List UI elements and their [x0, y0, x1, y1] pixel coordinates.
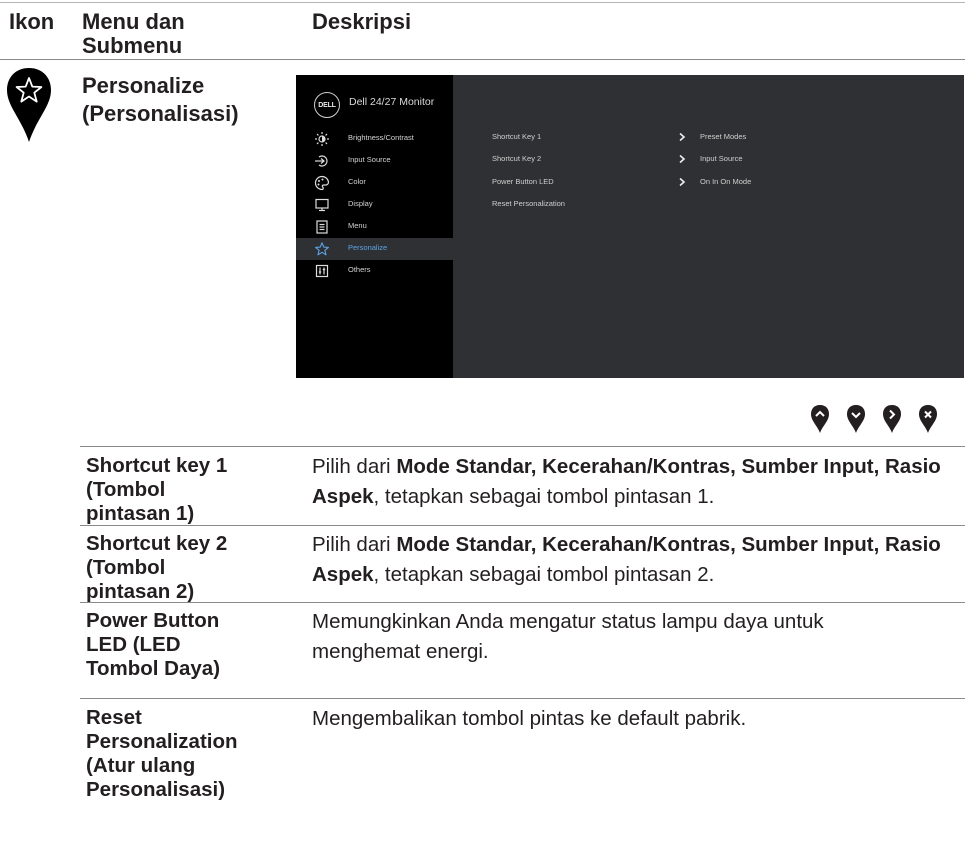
row-description-text: Pilih dari [312, 533, 397, 556]
chevron-right-icon [679, 132, 686, 142]
row-label-line: Shortcut key 1 [86, 454, 228, 477]
close-icon[interactable] [918, 404, 938, 434]
table-rule [80, 698, 965, 699]
row-label-reset-personalization: Reset Personalization (Atur ulang Person… [86, 706, 286, 802]
sun-icon [315, 132, 329, 146]
down-icon[interactable] [846, 404, 866, 434]
row-label-line: Power Button [86, 609, 220, 632]
osd-option-reset-personalization[interactable]: Reset Personalization [492, 199, 565, 208]
table-rule [80, 446, 965, 447]
osd-menu-others[interactable]: Others [296, 260, 453, 282]
osd-option-power-button-led[interactable]: Power Button LED [492, 177, 554, 186]
row-label-power-button-led: Power Button LED (LED Tombol Daya) [86, 609, 286, 681]
osd-menu-display[interactable]: Display [296, 194, 453, 216]
up-icon[interactable] [810, 404, 830, 434]
row-description-text: Mengembalikan tombol pintas ke default p… [312, 707, 747, 730]
row-label-line: Personalisasi) [86, 778, 226, 801]
star-pin-icon [7, 68, 51, 142]
row-label-shortcut-key-1: Shortcut key 1 (Tombol pintasan 1) [86, 454, 286, 526]
row-label-line: (Tombol [86, 478, 166, 501]
osd-menu-label: Brightness/Contrast [348, 133, 414, 142]
row-description-shortcut-key-2: Pilih dari Mode Standar, Kecerahan/Kontr… [312, 530, 962, 590]
header-menu-line1: Menu dan [82, 9, 185, 34]
others-icon [315, 264, 329, 278]
row-label-line: Shortcut key 2 [86, 532, 228, 555]
right-icon[interactable] [882, 404, 902, 434]
row-label-line: pintasan 2) [86, 580, 195, 603]
osd-screenshot: DELL Dell 24/27 Monitor Brightness/Contr… [296, 75, 964, 378]
osd-menu-label: Input Source [348, 155, 391, 164]
section-title-line1: Personalize [82, 73, 205, 98]
section-title: Personalize (Personalisasi) [82, 72, 239, 128]
header-menu-line2: Submenu [82, 33, 183, 58]
osd-option-shortcut-key-1[interactable]: Shortcut Key 1 [492, 132, 541, 141]
input-arrow-icon [315, 155, 328, 167]
row-label-line: (Atur ulang [86, 754, 196, 777]
star-icon [315, 242, 329, 256]
osd-menu-label: Display [348, 199, 373, 208]
display-icon [315, 198, 329, 212]
osd-menu-input-source[interactable]: Input Source [296, 150, 453, 172]
osd-value: Input Source [700, 154, 743, 163]
osd-menu-brightness-contrast[interactable]: Brightness/Contrast [296, 128, 453, 150]
osd-menu-personalize[interactable]: Personalize [296, 238, 453, 260]
row-description-text: , tetapkan sebagai tombol pintasan 1. [373, 485, 715, 508]
osd-option-shortcut-key-2[interactable]: Shortcut Key 2 [492, 154, 541, 163]
header-icon-column: Ikon [9, 9, 55, 34]
chevron-right-icon [679, 154, 686, 164]
row-description-text: Pilih dari [312, 455, 397, 478]
row-description-power-button-led: Memungkinkan Anda mengatur status lampu … [312, 607, 912, 667]
osd-menu-menu[interactable]: Menu [296, 216, 453, 238]
row-description-reset-personalization: Mengembalikan tombol pintas ke default p… [312, 704, 962, 734]
row-label-line: Reset [86, 706, 142, 729]
row-label-line: (Tombol [86, 556, 166, 579]
row-label-line: pintasan 1) [86, 502, 195, 525]
osd-value: On In On Mode [700, 177, 752, 186]
row-description-text: , tetapkan sebagai tombol pintasan 2. [373, 563, 715, 586]
row-label-line: Tombol Daya) [86, 657, 221, 680]
header-description-column: Deskripsi [312, 9, 412, 34]
menu-icon [316, 220, 328, 234]
osd-sidebar: DELL Dell 24/27 Monitor Brightness/Contr… [296, 75, 453, 378]
header-menu-column: Menu dan Submenu [82, 10, 185, 58]
osd-value: Preset Modes [700, 132, 747, 141]
chevron-right-icon [679, 177, 686, 187]
osd-menu-label: Menu [348, 221, 367, 230]
palette-icon [314, 175, 330, 191]
row-description-shortcut-key-1: Pilih dari Mode Standar, Kecerahan/Kontr… [312, 452, 962, 512]
row-description-text: Memungkinkan Anda mengatur status lampu … [312, 610, 824, 663]
osd-menu-label: Personalize [348, 243, 388, 252]
osd-menu-label: Color [348, 177, 366, 186]
row-label-line: LED (LED [86, 633, 181, 656]
dell-logo: DELL [314, 92, 340, 118]
header-rule [0, 59, 965, 60]
row-label-shortcut-key-2: Shortcut key 2 (Tombol pintasan 2) [86, 532, 286, 604]
osd-menu-label: Others [348, 265, 371, 274]
osd-menu-color[interactable]: Color [296, 172, 453, 194]
section-title-line2: (Personalisasi) [82, 101, 239, 126]
osd-title: Dell 24/27 Monitor [349, 96, 435, 108]
row-label-line: Personalization [86, 730, 238, 753]
top-rule [0, 2, 965, 3]
